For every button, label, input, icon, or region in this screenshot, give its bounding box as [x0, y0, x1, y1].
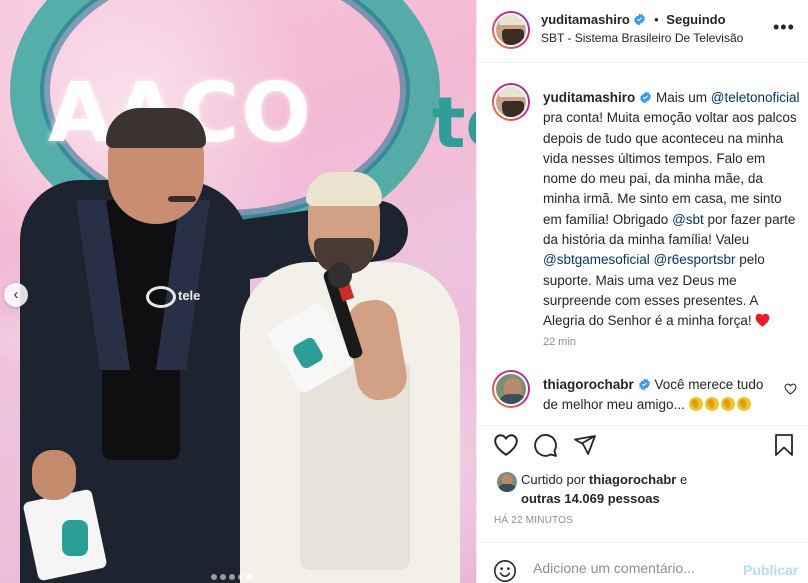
- comment-bubble-icon[interactable]: [533, 433, 558, 458]
- clapping-hands-emoji-icon: [720, 397, 735, 411]
- caption-segment: Mais um: [652, 90, 711, 105]
- cue-card-logo: [62, 520, 88, 556]
- mention-sbtgamesoficial[interactable]: @sbtgamesoficial: [543, 252, 650, 267]
- host-hair: [106, 108, 206, 148]
- post-time-ago[interactable]: HÁ 22 MINUTOS: [494, 515, 573, 526]
- carousel-prev-button[interactable]: ‹: [4, 283, 28, 307]
- caption-timestamp: 22 min: [543, 336, 577, 348]
- host-hand: [32, 450, 76, 500]
- comment-item: thiagorochabr Você merece tudo de melhor…: [477, 364, 808, 424]
- red-heart-emoji-icon: [756, 314, 770, 327]
- mention-sbt[interactable]: @sbt: [672, 212, 704, 227]
- comment-input[interactable]: [533, 560, 733, 576]
- liker-username[interactable]: thiagorochabr: [589, 472, 676, 487]
- mention-teletonoficial[interactable]: @teletonoficial: [711, 90, 800, 105]
- caption-username[interactable]: yuditamashiro: [543, 90, 635, 105]
- post-photo[interactable]: AACO te tele ‹: [0, 0, 476, 583]
- verified-badge-icon: [640, 91, 652, 104]
- carousel-dots: [211, 574, 253, 580]
- avatar[interactable]: [492, 83, 530, 121]
- likes-suffix: e: [676, 472, 688, 487]
- carousel-dot-active: [247, 574, 253, 580]
- avatar[interactable]: [492, 370, 530, 408]
- carousel-dot: [229, 574, 235, 580]
- carousel-dot: [220, 574, 226, 580]
- caption-segment: pra conta! Muita emoção voltar aos palco…: [543, 110, 797, 227]
- likes-prefix: Curtido por: [521, 472, 589, 487]
- following-button[interactable]: Seguindo: [666, 12, 725, 27]
- teleton-logo-fragment: te: [432, 82, 476, 164]
- carousel-dot: [238, 574, 244, 580]
- verified-badge-icon: [638, 378, 650, 391]
- shirt-logo-icon: [146, 286, 176, 308]
- microphone-head: [328, 262, 352, 288]
- header-user-line: yuditamashiro • Seguindo: [541, 12, 726, 27]
- likes-count-link[interactable]: outras 14.069 pessoas: [521, 491, 660, 506]
- post-header: yuditamashiro • Seguindo SBT - Sistema B…: [477, 0, 808, 63]
- guest-hair: [306, 172, 382, 206]
- location-link[interactable]: SBT - Sistema Brasileiro De Televisão: [541, 31, 743, 45]
- post-caption: yuditamashiro Mais um @teletonoficial pr…: [477, 63, 808, 363]
- header-username[interactable]: yuditamashiro: [541, 12, 630, 27]
- add-comment-bar: Publicar: [477, 542, 808, 583]
- host-mouth: [168, 196, 196, 202]
- mention-r6esportsbr[interactable]: @r6esportsbr: [654, 252, 736, 267]
- publish-button[interactable]: Publicar: [743, 562, 798, 578]
- liker-avatar[interactable]: [497, 472, 517, 492]
- clapping-hands-emoji-icon: [688, 397, 703, 411]
- clapping-hands-emoji-icon: [704, 397, 719, 411]
- avatar[interactable]: [492, 11, 530, 49]
- comment-text: thiagorochabr Você merece tudo de melhor…: [543, 375, 773, 415]
- header-separator: •: [654, 12, 659, 27]
- verified-badge-icon: [634, 13, 646, 26]
- more-options-icon[interactable]: •••: [773, 18, 795, 36]
- comment-like-heart-icon[interactable]: [784, 383, 797, 395]
- action-bar: [477, 425, 808, 461]
- post-sidebar: yuditamashiro • Seguindo SBT - Sistema B…: [476, 0, 808, 583]
- likes-line: Curtido por thiagorochabr e: [521, 472, 687, 487]
- share-paper-plane-icon[interactable]: [573, 433, 597, 457]
- caption-text: yuditamashiro Mais um @teletonoficial pr…: [543, 88, 801, 332]
- comment-username[interactable]: thiagorochabr: [543, 377, 634, 392]
- save-bookmark-icon[interactable]: [773, 433, 795, 457]
- emoji-smiley-icon[interactable]: [493, 559, 517, 583]
- carousel-dot: [211, 574, 217, 580]
- clapping-hands-emoji-icon: [736, 397, 751, 411]
- shirt-logo-text: tele: [178, 288, 201, 303]
- likes-summary: Curtido por thiagorochabr e outras 14.06…: [477, 462, 808, 512]
- like-heart-icon[interactable]: [493, 433, 519, 457]
